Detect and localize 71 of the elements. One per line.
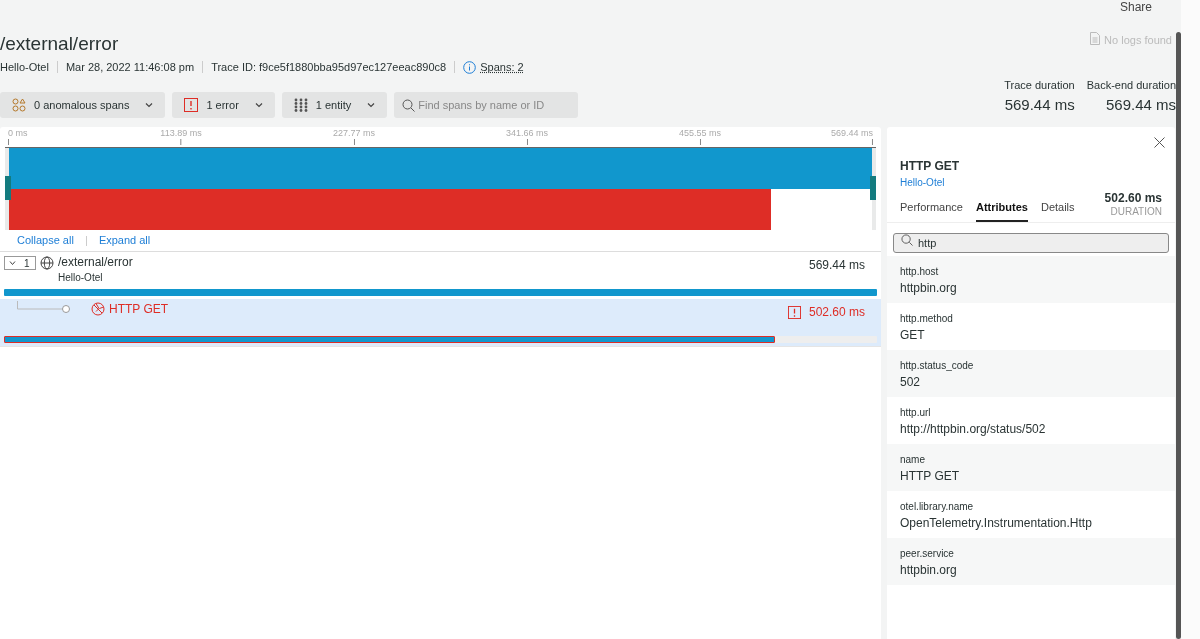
spans-count-link[interactable]: Spans: 2 [480,59,524,75]
axis-tick-label: 569.44 ms [830,127,873,139]
chevron-icon [254,101,263,109]
attribute-key: http.method [900,310,1162,327]
attribute-key: otel.library.name [900,498,1162,515]
attribute-key: name [900,451,1162,468]
scrollbar[interactable] [1176,32,1181,639]
info-icon [463,60,477,74]
attribute-key: peer.service [900,545,1162,562]
trace-title: /external/error [0,32,120,56]
range-handle[interactable] [870,176,876,200]
trace-date: Mar 28, 2022 11:46:08 pm [65,60,195,75]
globe-icon [40,256,54,270]
panel-tab[interactable]: Attributes [976,192,1028,222]
attribute-value: GET [900,326,926,343]
chevron-icon [9,260,16,266]
expand-toggle[interactable]: 1 [4,256,36,270]
attribute-value: httpbin.org [900,279,958,296]
attribute-value: httpbin.org [900,561,958,578]
duration-label: Trace duration [1004,78,1075,93]
axis-tick-label: 0 ms [8,127,28,139]
duration-value: 569.44 ms [1105,94,1176,115]
warning-icon [184,98,199,112]
range-handle[interactable] [5,176,11,200]
attribute-key: http.url [900,404,1162,421]
panel-title: HTTP GET [899,158,961,175]
span-service: Hello-Otel [58,271,104,285]
span-duration: 502.60 ms [808,304,865,321]
panel-duration-label: DURATION [1110,206,1162,218]
tree-connector [17,301,73,315]
duration-value: 569.44 ms [1004,94,1075,115]
filter-dropdown[interactable]: 0 anomalous spans [0,92,166,118]
duration-label: Back-end duration [1086,78,1176,93]
grid-icon [293,98,308,112]
collapse-all-link[interactable]: Collapse all [17,232,74,249]
filter-dropdown[interactable]: 1 entity [281,92,388,118]
attribute-key: http.host [900,263,1162,280]
search-icon [901,234,913,246]
service-name: Hello-Otel [0,60,49,75]
span-name: HTTP GET [109,301,169,317]
search-field[interactable]: Find spans by name or ID [394,92,579,118]
expand-all-link[interactable]: Expand all [98,232,151,249]
span-row[interactable]: HTTP GET 502.60 ms [0,299,881,346]
axis-tick-label: 227.77 ms [333,127,375,139]
span-duration: 569.44 ms [808,257,865,274]
close-icon[interactable] [1154,137,1165,148]
axis-tick-label: 341.66 ms [506,127,548,139]
shapes-icon [12,98,26,112]
no-logs-label: No logs found [1104,33,1172,48]
attribute-value: http://httpbin.org/status/502 [900,420,1047,437]
search-icon [402,99,416,112]
attribute-value: HTTP GET [900,467,961,484]
axis-tick-label: 113.89 ms [160,127,202,139]
attribute-filter-field[interactable]: http [893,233,1169,253]
span-name: /external/error [58,254,133,270]
axis-tick-label: 455.55 ms [679,127,721,139]
panel-service-link[interactable]: Hello-Otel [887,175,1175,190]
attribute-value: 502 [900,373,922,390]
document-icon [1090,32,1101,45]
chevron-icon [367,101,376,109]
trace-id: Trace ID: f9ce5f1880bba95d97ec127eeac890c8 [211,60,447,75]
filter-dropdown[interactable]: 1 error [172,92,275,118]
panel-tab[interactable]: Performance [900,192,963,222]
panel-tab[interactable]: Details [1040,192,1075,222]
broken-globe-icon [91,302,105,316]
attribute-key: http.status_code [900,357,1162,374]
panel-duration: 502.60 ms [1104,190,1162,206]
warning-icon [787,305,801,319]
chevron-icon [145,101,154,109]
share-link[interactable]: Share [1119,0,1152,16]
attribute-value: OpenTelemetry.Instrumentation.Http [900,514,1093,531]
